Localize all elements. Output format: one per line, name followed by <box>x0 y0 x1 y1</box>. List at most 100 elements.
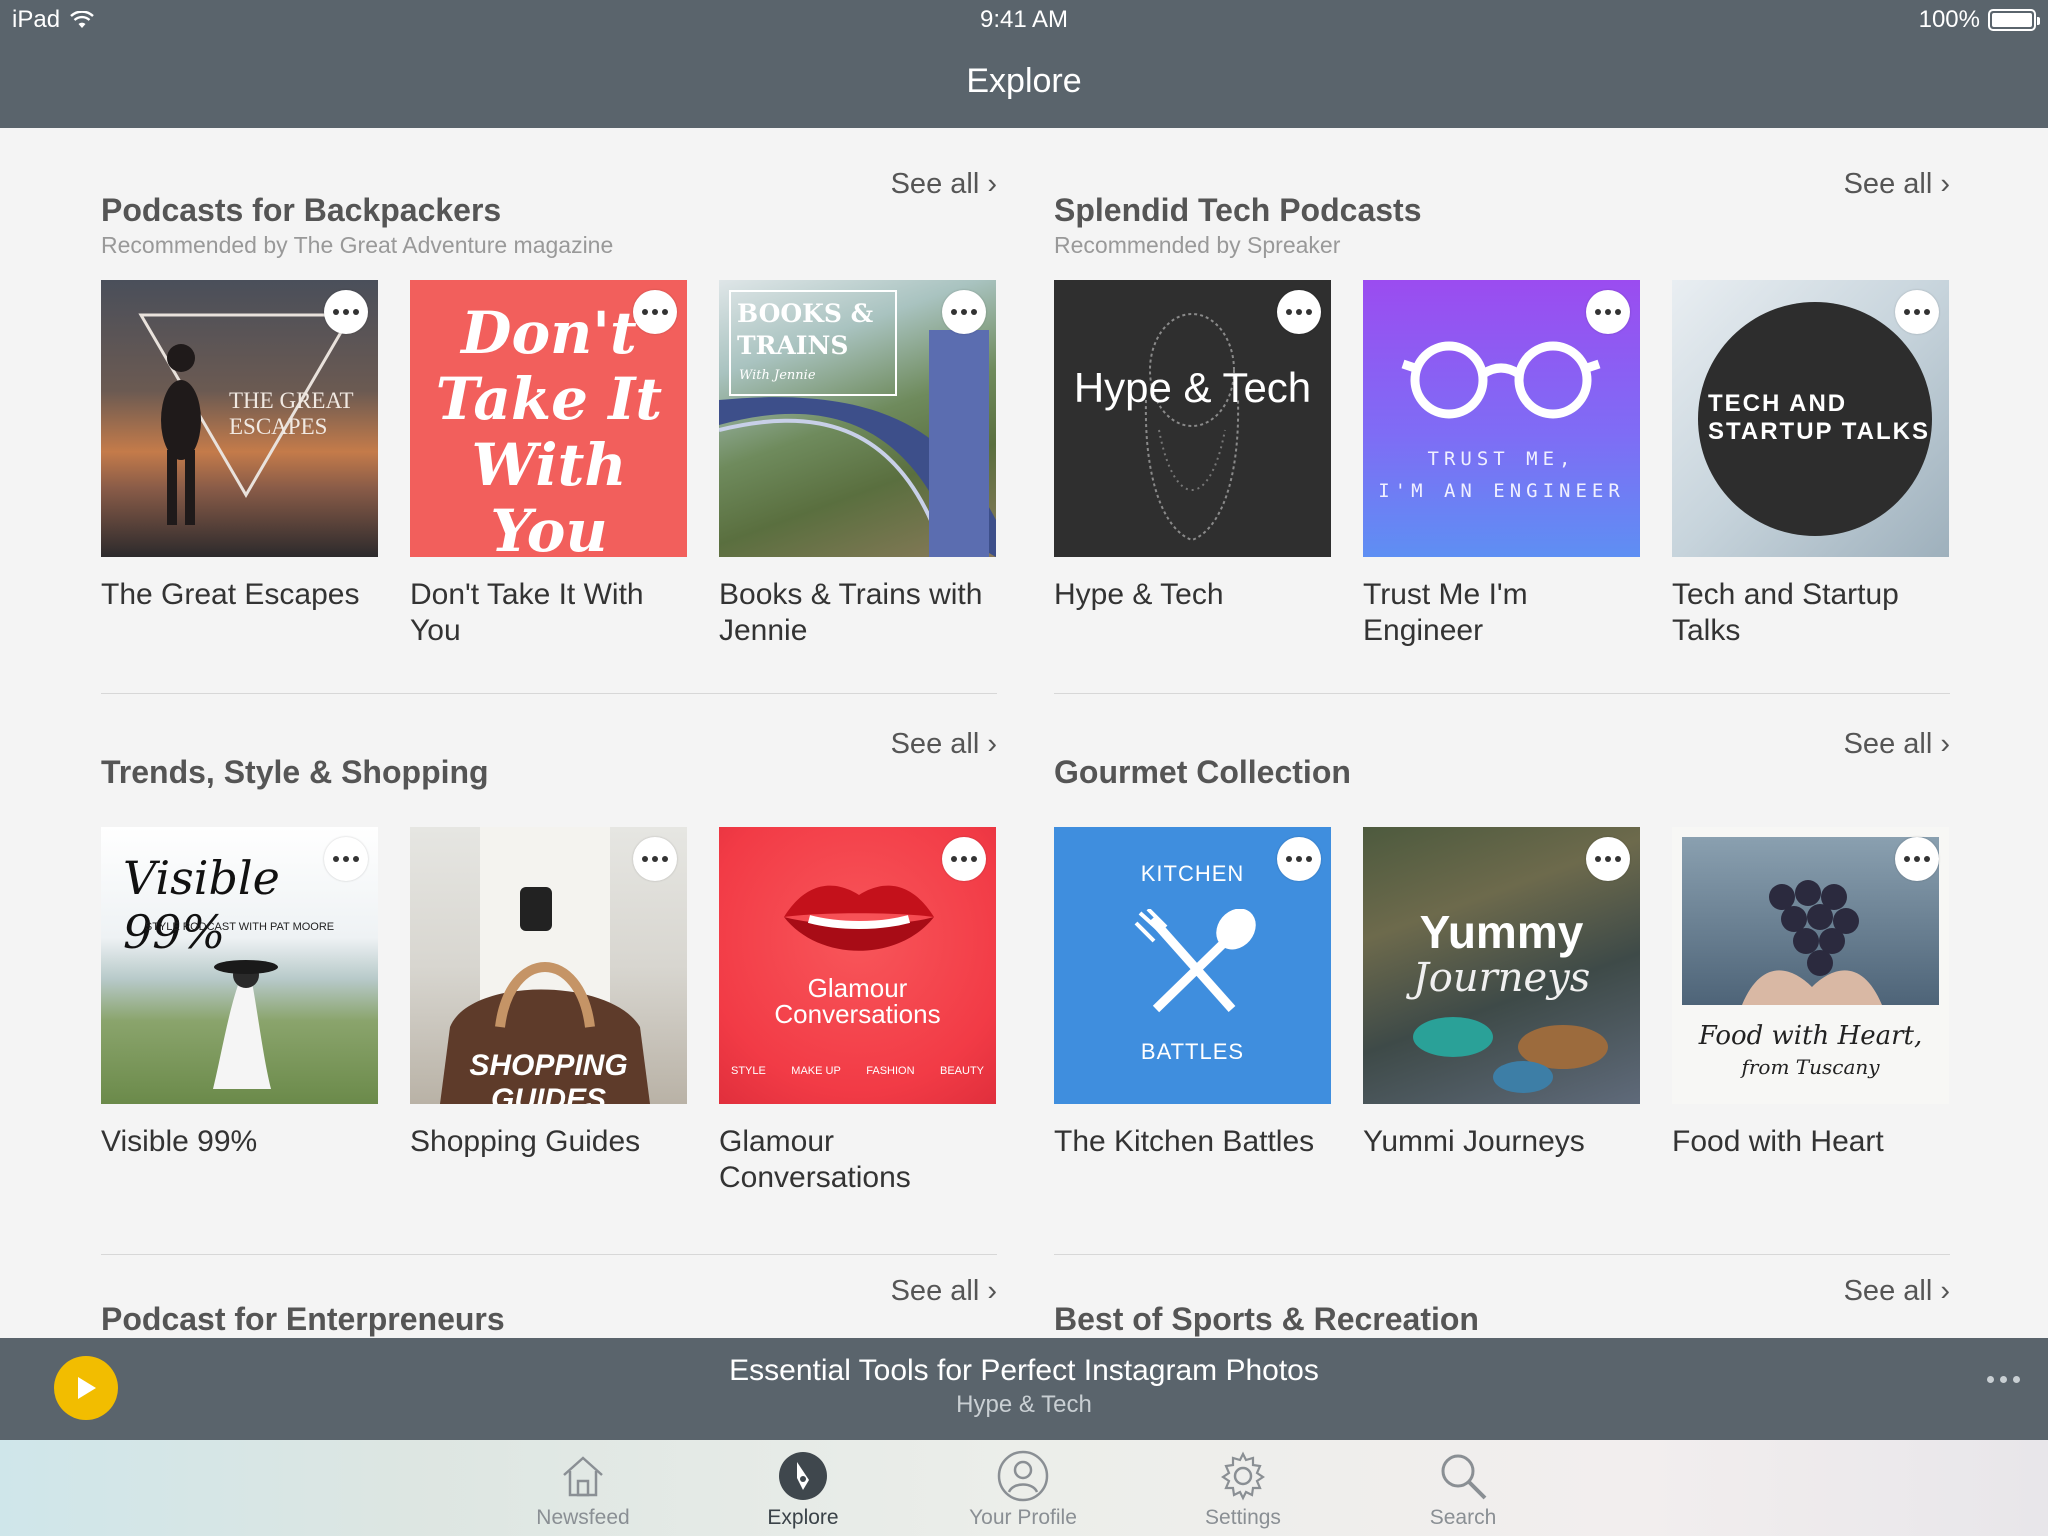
podcast-title[interactable]: Don't Take It With You <box>410 577 687 649</box>
fork-spoon-icon <box>1134 909 1256 1013</box>
chevron-right-icon: › <box>987 168 997 200</box>
podcast-card[interactable]: Don't Take It With You Don't Take It Wit… <box>410 280 687 649</box>
tab-label: Newsfeed <box>536 1506 630 1529</box>
tab-your-profile[interactable]: Your Profile <box>943 1446 1103 1530</box>
artwork-text: Hype & Tech <box>1073 364 1312 411</box>
podcast-title[interactable]: The Great Escapes <box>101 577 378 613</box>
podcast-title[interactable]: Hype & Tech <box>1054 577 1331 613</box>
podcast-card[interactable]: SHOPPING GUIDES Shopping Guides <box>410 827 687 1196</box>
section-title: Podcast for Enterpreneurs <box>101 1301 505 1337</box>
artwork-text: SHOPPING GUIDES <box>469 1049 628 1104</box>
section-trends-style-shopping: Trends, Style & Shopping See all › Visib… <box>101 688 997 1255</box>
tab-settings[interactable]: Settings <box>1163 1446 1323 1530</box>
magnifier-icon <box>1441 1454 1487 1500</box>
section-best-of-sports-recreation: Best of Sports & Recreation See all › <box>1054 1235 1950 1338</box>
see-all-button[interactable]: See all › <box>891 168 997 201</box>
see-all-button[interactable]: See all › <box>891 1275 997 1308</box>
podcast-card[interactable]: Glamour Conversations STYLE MAKE UP FASH… <box>719 827 996 1196</box>
artwork-text: TECH AND <box>1708 390 1848 417</box>
podcast-artwork[interactable]: Glamour Conversations STYLE MAKE UP FASH… <box>719 827 996 1104</box>
more-options-button[interactable] <box>942 837 986 881</box>
tab-bar: Newsfeed Explore Your Profile Settings S… <box>0 1440 2048 1536</box>
more-options-button[interactable] <box>1895 290 1939 334</box>
artwork-subtext: I'M AN ENGINEER <box>1378 480 1625 502</box>
podcast-card[interactable]: Food with Heart, from Tuscany Food with … <box>1672 827 1949 1160</box>
more-options-button[interactable] <box>1277 290 1321 334</box>
podcast-card[interactable]: TECH AND STARTUP TALKS Tech and Startup … <box>1672 280 1949 649</box>
tab-label: Search <box>1429 1506 1497 1529</box>
artwork-subtext: STYLE PODCAST WITH PAT MOORE <box>144 921 335 933</box>
more-options-button[interactable] <box>633 290 677 334</box>
podcast-card[interactable]: THE GREAT ESCAPES The Great Escapes <box>101 280 378 649</box>
podcast-title[interactable]: Visible 99% <box>101 1124 378 1160</box>
now-playing-more-icon[interactable] <box>1987 1376 2020 1383</box>
battery-percent: 100% <box>1918 6 1980 33</box>
more-options-button[interactable] <box>324 290 368 334</box>
artwork-text: Don't Take It With You <box>435 299 663 557</box>
podcast-title[interactable]: Books & Trains with Jennie <box>719 577 996 649</box>
more-options-button[interactable] <box>1586 837 1630 881</box>
podcast-card[interactable]: TRUST ME, I'M AN ENGINEER Trust Me I'm E… <box>1363 280 1640 649</box>
podcast-title[interactable]: Shopping Guides <box>410 1124 687 1160</box>
podcast-card[interactable]: Visible 99% STYLE PODCAST WITH PAT MOORE… <box>101 827 378 1196</box>
chevron-right-icon: › <box>987 1275 997 1307</box>
podcast-artwork[interactable]: Yummy Journeys <box>1363 827 1640 1104</box>
podcast-artwork[interactable]: Food with Heart, from Tuscany <box>1672 827 1949 1104</box>
podcast-card[interactable]: KITCHEN BATTLES The Kitchen Battles <box>1054 827 1331 1160</box>
section-title: Trends, Style & Shopping <box>101 754 489 790</box>
artwork-text: Food with Heart, <box>1698 1021 1923 1051</box>
glasses-icon <box>1401 341 1601 419</box>
tab-explore[interactable]: Explore <box>723 1446 883 1530</box>
artwork-text: BOOKS & TRAINS <box>737 299 874 360</box>
chevron-right-icon: › <box>1940 1275 1950 1307</box>
more-options-button[interactable] <box>1586 290 1630 334</box>
podcast-title[interactable]: Yummi Journeys <box>1363 1124 1640 1160</box>
podcast-artwork[interactable]: TECH AND STARTUP TALKS <box>1672 280 1949 557</box>
podcast-card[interactable]: Yummy Journeys Yummi Journeys <box>1363 827 1640 1160</box>
podcast-artwork[interactable]: THE GREAT ESCAPES <box>101 280 378 557</box>
podcast-card[interactable]: BOOKS & TRAINS With Jennie Books & Train… <box>719 280 996 649</box>
tab-label: Explore <box>767 1506 839 1529</box>
battery-icon <box>1988 9 2040 31</box>
podcast-card[interactable]: Hype & Tech Hype & Tech <box>1054 280 1331 649</box>
now-playing-bar[interactable]: Essential Tools for Perfect Instagram Ph… <box>0 1338 2048 1440</box>
podcast-title[interactable]: Food with Heart <box>1672 1124 1949 1160</box>
more-options-button[interactable] <box>633 837 677 881</box>
artwork-tags: STYLE MAKE UP FASHION BEAUTY <box>731 1065 984 1077</box>
podcast-artwork[interactable]: TRUST ME, I'M AN ENGINEER <box>1363 280 1640 557</box>
podcast-artwork[interactable]: KITCHEN BATTLES <box>1054 827 1331 1104</box>
podcast-artwork[interactable]: Don't Take It With You <box>410 280 687 557</box>
see-all-button[interactable]: See all › <box>891 728 997 761</box>
explore-content[interactable]: Podcasts for Backpackers Recommended by … <box>0 128 2048 1338</box>
section-title: Splendid Tech Podcasts <box>1054 192 1422 228</box>
podcast-title[interactable]: Trust Me I'm Engineer <box>1363 577 1640 649</box>
podcast-title[interactable]: Glamour Conversations <box>719 1124 996 1196</box>
tab-label: Settings <box>1205 1506 1281 1529</box>
podcast-artwork[interactable]: Hype & Tech <box>1054 280 1331 557</box>
page-title: Explore <box>966 62 1082 100</box>
section-podcast-for-enterpreneurs: Podcast for Enterpreneurs See all › <box>101 1235 997 1338</box>
podcast-artwork[interactable]: SHOPPING GUIDES <box>410 827 687 1104</box>
now-playing-title: Essential Tools for Perfect Instagram Ph… <box>729 1354 1319 1387</box>
tab-search[interactable]: Search <box>1383 1446 1543 1530</box>
podcast-artwork[interactable]: BOOKS & TRAINS With Jennie <box>719 280 996 557</box>
podcast-title[interactable]: Tech and Startup Talks <box>1672 577 1949 649</box>
more-options-button[interactable] <box>1895 837 1939 881</box>
person-icon <box>997 1450 1049 1502</box>
artwork-subtext: BATTLES <box>1140 1039 1245 1064</box>
see-all-button[interactable]: See all › <box>1844 168 1950 201</box>
status-bar: iPad 9:41 AM 100% <box>0 6 2048 40</box>
section-podcasts-for-backpackers: Podcasts for Backpackers Recommended by … <box>101 128 997 694</box>
podcast-artwork[interactable]: Visible 99% STYLE PODCAST WITH PAT MOORE <box>101 827 378 1104</box>
section-subtitle: Recommended by Spreaker <box>1054 232 1341 258</box>
podcast-title[interactable]: The Kitchen Battles <box>1054 1124 1331 1160</box>
chevron-right-icon: › <box>1940 728 1950 760</box>
more-options-button[interactable] <box>942 290 986 334</box>
more-options-button[interactable] <box>1277 837 1321 881</box>
tab-newsfeed[interactable]: Newsfeed <box>503 1446 663 1530</box>
see-all-button[interactable]: See all › <box>1844 1275 1950 1308</box>
house-icon <box>563 1456 603 1497</box>
artwork-text: TRUST ME, <box>1427 448 1576 470</box>
see-all-button[interactable]: See all › <box>1844 728 1950 761</box>
more-options-button[interactable] <box>324 837 368 881</box>
